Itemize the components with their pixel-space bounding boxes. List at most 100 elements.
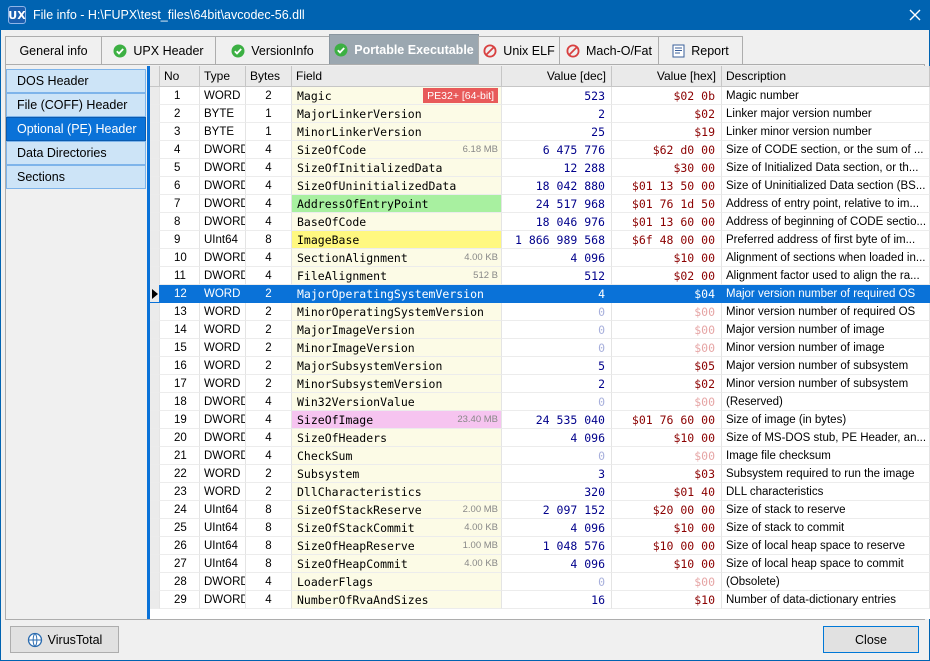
cell-hex: $00 — [612, 573, 722, 591]
row-indicator — [150, 231, 160, 249]
cell-hex: $10 00 — [612, 555, 722, 573]
cell-no: 4 — [160, 141, 200, 159]
cell-dec: 0 — [502, 573, 612, 591]
table-row[interactable]: 24 UInt64 8 SizeOfStackReserve 2.00 MB 2 097 … — [150, 501, 930, 519]
table-row[interactable]: 10 DWORD 4 SectionAlignment 4.00 KB 4 096 $10 … — [150, 249, 930, 267]
cell-dec: 0 — [502, 447, 612, 465]
table-row[interactable]: 25 UInt64 8 SizeOfStackCommit 4.00 KB 4 096 $1… — [150, 519, 930, 537]
window-close-button[interactable] — [900, 0, 930, 30]
size-hint: 4.00 KB — [464, 252, 498, 263]
cell-type: WORD — [200, 339, 246, 357]
cell-dec: 0 — [502, 321, 612, 339]
cell-no: 5 — [160, 159, 200, 177]
table-row[interactable]: 26 UInt64 8 SizeOfHeapReserve 1.00 MB 1 048 5… — [150, 537, 930, 555]
table-row[interactable]: 4 DWORD 4 SizeOfCode 6.18 MB 6 475 776 $62 d0 … — [150, 141, 930, 159]
table-row[interactable]: 12 WORD 2 MajorOperatingSystemVersion 4 $04 Ma… — [150, 285, 930, 303]
table-row[interactable]: 6 DWORD 4 SizeOfUninitializedData 18 042 880… — [150, 177, 930, 195]
table-row[interactable]: 20 DWORD 4 SizeOfHeaders 4 096 $10 00 Size of … — [150, 429, 930, 447]
table-row[interactable]: 27 UInt64 8 SizeOfHeapCommit 4.00 KB 4 096 $10… — [150, 555, 930, 573]
table-row[interactable]: 21 DWORD 4 CheckSum 0 $00 Image file checksum — [150, 447, 930, 465]
cell-bytes: 4 — [246, 141, 292, 159]
pe-grid[interactable]: No Type Bytes Field Value [dec] Value [h… — [147, 66, 930, 619]
header-hex[interactable]: Value [hex] — [612, 66, 722, 87]
row-indicator — [150, 573, 160, 591]
table-row[interactable]: 18 DWORD 4 Win32VersionValue 0 $00 (Reserved) — [150, 393, 930, 411]
sidebar-item-sections[interactable]: Sections — [6, 165, 146, 189]
cell-bytes: 4 — [246, 267, 292, 285]
table-row[interactable]: 14 WORD 2 MajorImageVersion 0 $00 Major versio… — [150, 321, 930, 339]
header-dec[interactable]: Value [dec] — [502, 66, 612, 87]
cell-type: DWORD — [200, 213, 246, 231]
tab-upx-header[interactable]: UPX Header — [101, 36, 216, 64]
cell-hex: $01 40 — [612, 483, 722, 501]
cell-no: 1 — [160, 87, 200, 105]
table-row[interactable]: 28 DWORD 4 LoaderFlags 0 $00 (Obsolete) — [150, 573, 930, 591]
header-bytes[interactable]: Bytes — [246, 66, 292, 87]
table-row[interactable]: 2 BYTE 1 MajorLinkerVersion 2 $02 Linker major… — [150, 105, 930, 123]
sidebar-item-dos-header[interactable]: DOS Header — [6, 69, 146, 93]
cell-desc: Size of CODE section, or the sum of ... — [722, 141, 930, 159]
tab-label: VersionInfo — [251, 43, 314, 58]
table-row[interactable]: 29 DWORD 4 NumberOfRvaAndSizes 16 $10 Number o… — [150, 591, 930, 609]
tab-versioninfo[interactable]: VersionInfo — [215, 36, 330, 64]
sidebar-item-data-directories[interactable]: Data Directories — [6, 141, 146, 165]
table-row[interactable]: 8 DWORD 4 BaseOfCode 18 046 976 $01 13 60 00 A… — [150, 213, 930, 231]
cell-no: 17 — [160, 375, 200, 393]
sidebar-item-file-coff-header[interactable]: File (COFF) Header — [6, 93, 146, 117]
table-row[interactable]: 5 DWORD 4 SizeOfInitializedData 12 288 $30 00… — [150, 159, 930, 177]
row-indicator — [150, 285, 160, 303]
cell-type: UInt64 — [200, 501, 246, 519]
table-row[interactable]: 15 WORD 2 MinorImageVersion 0 $00 Minor versio… — [150, 339, 930, 357]
header-type[interactable]: Type — [200, 66, 246, 87]
cell-dec: 0 — [502, 339, 612, 357]
table-row[interactable]: 11 DWORD 4 FileAlignment 512 B 512 $02 00 Align… — [150, 267, 930, 285]
cell-dec: 24 535 040 — [502, 411, 612, 429]
table-row[interactable]: 9 UInt64 8 ImageBase 1 866 989 568 $6f 48 00 … — [150, 231, 930, 249]
cell-type: UInt64 — [200, 555, 246, 573]
table-row[interactable]: 16 WORD 2 MajorSubsystemVersion 5 $05 Major ve… — [150, 357, 930, 375]
cell-type: WORD — [200, 87, 246, 105]
tab-mach-o-fat[interactable]: Mach-O/Fat — [559, 36, 659, 64]
table-row[interactable]: 23 WORD 2 DllCharacteristics 320 $01 40 DLL ch… — [150, 483, 930, 501]
table-row[interactable]: 13 WORD 2 MinorOperatingSystemVersion 0 $00 Mi… — [150, 303, 930, 321]
field-name: SectionAlignment — [297, 250, 408, 265]
field-name: FileAlignment — [297, 268, 388, 283]
cell-dec: 12 288 — [502, 159, 612, 177]
cell-bytes: 2 — [246, 303, 292, 321]
tab-general-info[interactable]: General info — [5, 36, 102, 64]
cell-bytes: 2 — [246, 339, 292, 357]
header-field[interactable]: Field — [292, 66, 502, 87]
cell-hex: $20 00 00 — [612, 501, 722, 519]
tab-portable-executable[interactable]: Portable Executable — [329, 34, 479, 64]
cell-field: MajorImageVersion — [292, 321, 502, 339]
sidebar-item-optional-pe-header[interactable]: Optional (PE) Header — [6, 117, 146, 141]
cell-type: UInt64 — [200, 231, 246, 249]
table-row[interactable]: 3 BYTE 1 MinorLinkerVersion 25 $19 Linker mino… — [150, 123, 930, 141]
cell-type: DWORD — [200, 573, 246, 591]
virustotal-button[interactable]: VirusTotal — [10, 626, 119, 653]
field-name: AddressOfEntryPoint — [297, 196, 429, 211]
cell-desc: Size of Initialized Data section, or th.… — [722, 159, 930, 177]
cell-dec: 1 866 989 568 — [502, 231, 612, 249]
header-no[interactable]: No — [160, 66, 200, 87]
cell-no: 27 — [160, 555, 200, 573]
close-button[interactable]: Close — [823, 626, 919, 653]
table-row[interactable]: 1 WORD 2 Magic PE32+ [64-bit] 523 $02 0b Magic … — [150, 87, 930, 105]
cell-no: 23 — [160, 483, 200, 501]
check-circle-icon — [113, 44, 127, 58]
cell-no: 13 — [160, 303, 200, 321]
table-row[interactable]: 17 WORD 2 MinorSubsystemVersion 2 $02 Minor ve… — [150, 375, 930, 393]
tab-report[interactable]: Report — [658, 36, 743, 64]
table-row[interactable]: 19 DWORD 4 SizeOfImage 23.40 MB 24 535 040 $01… — [150, 411, 930, 429]
cell-bytes: 2 — [246, 483, 292, 501]
tab-unix-elf[interactable]: Unix ELF — [478, 36, 560, 64]
cell-hex: $10 00 — [612, 249, 722, 267]
cell-field: Win32VersionValue — [292, 393, 502, 411]
cell-bytes: 4 — [246, 591, 292, 609]
cell-field: MajorSubsystemVersion — [292, 357, 502, 375]
cell-hex: $19 — [612, 123, 722, 141]
header-desc[interactable]: Description — [722, 66, 930, 87]
table-row[interactable]: 22 WORD 2 Subsystem 3 $03 Subsystem required t… — [150, 465, 930, 483]
table-row[interactable]: 7 DWORD 4 AddressOfEntryPoint 24 517 968 $01 … — [150, 195, 930, 213]
cell-type: BYTE — [200, 123, 246, 141]
